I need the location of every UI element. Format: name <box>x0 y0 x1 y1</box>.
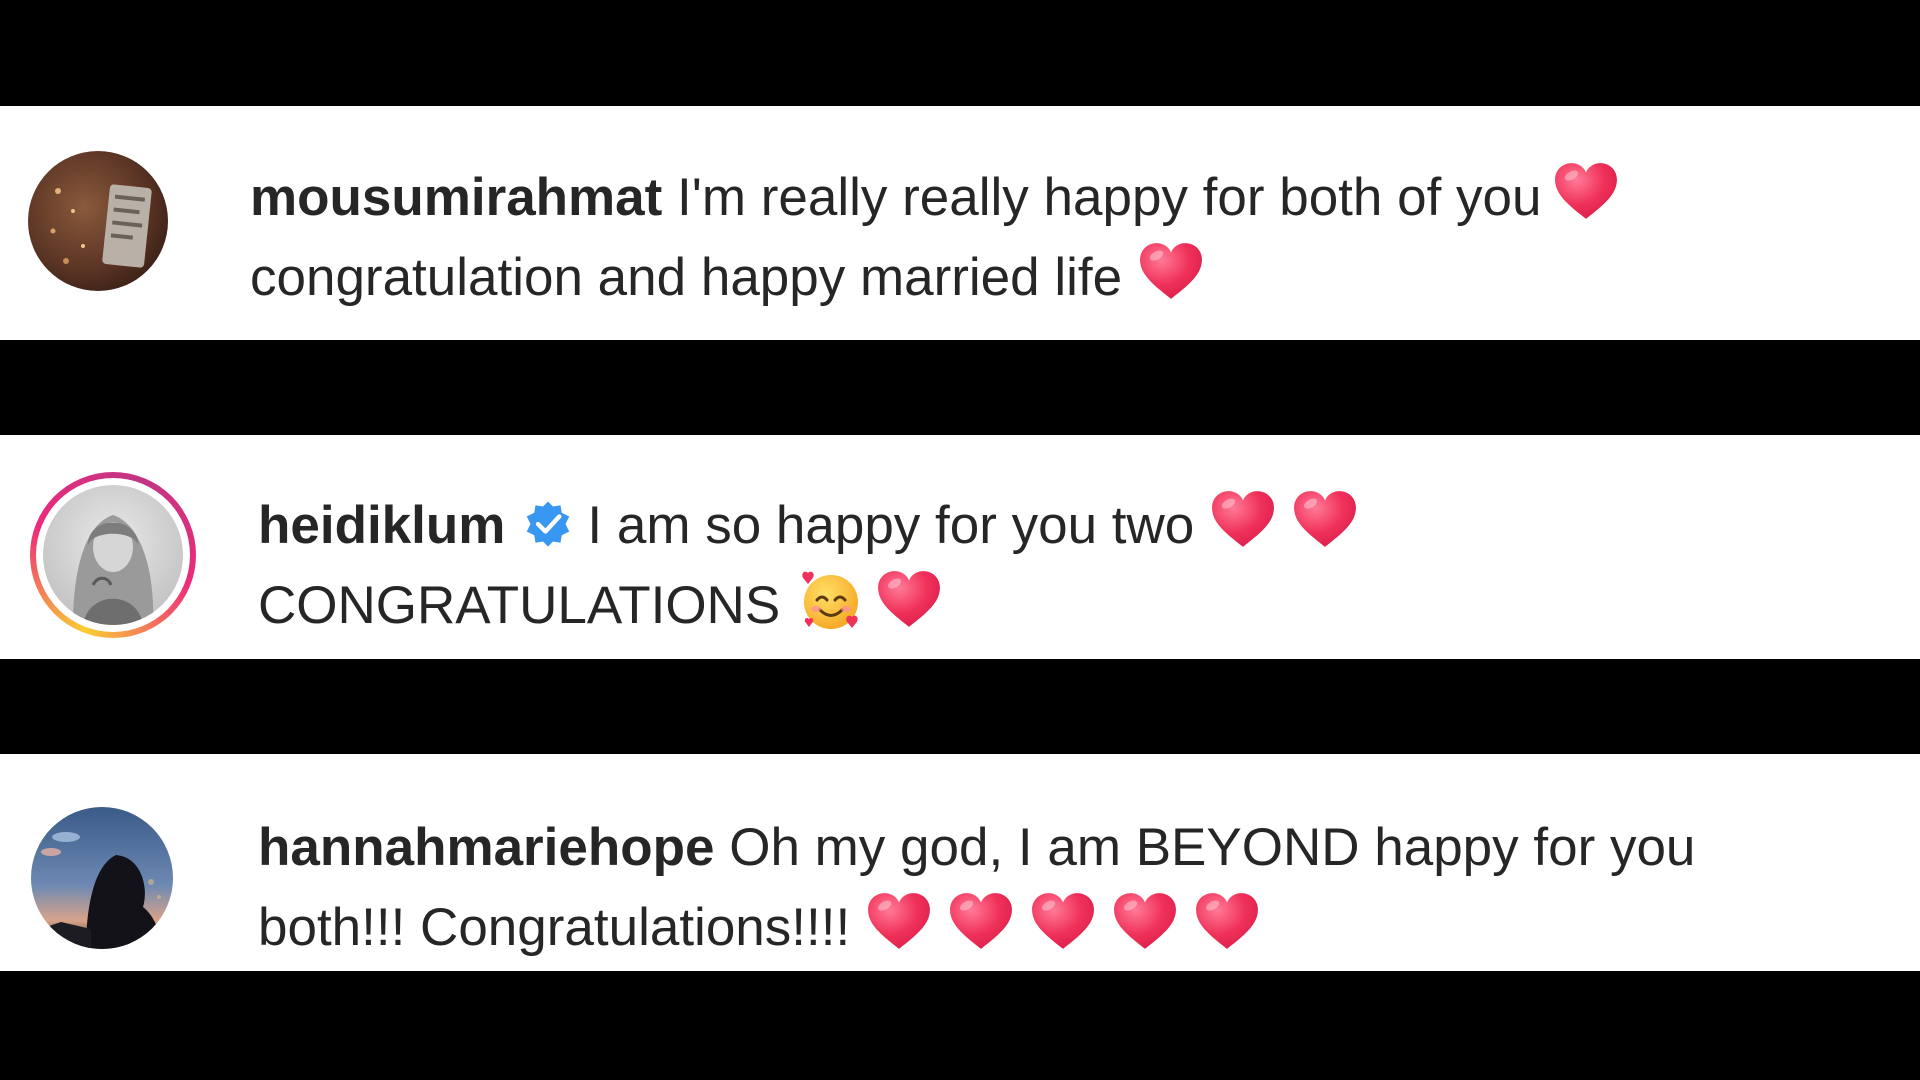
username-link[interactable]: mousumirahmat <box>250 168 662 227</box>
comment-body: CONGRATULATIONS <box>258 576 781 635</box>
comment-line-1: heidiklum I am so happy for you two <box>258 486 1358 566</box>
comment-text: mousumirahmat I'm really really happy fo… <box>250 158 1619 318</box>
username-link[interactable]: hannahmariehope <box>258 818 714 877</box>
comment-body: I am so happy for you two <box>587 496 1195 555</box>
comment-card: hannahmariehope Oh my god, I am BEYOND h… <box>0 754 1920 971</box>
red-heart-icon <box>948 891 1014 951</box>
avatar-image <box>28 151 168 291</box>
smiling-face-with-hearts-icon <box>798 567 864 633</box>
avatar-image <box>31 807 173 949</box>
avatar-image <box>43 485 183 625</box>
red-heart-icon <box>1292 489 1358 549</box>
comment-line-2: congratulation and happy married life <box>250 238 1619 318</box>
comment-card: heidiklum I am so happy for you two CONGR… <box>0 435 1920 659</box>
username-link[interactable]: heidiklum <box>258 496 505 555</box>
comment-body: congratulation and happy married life <box>250 248 1123 307</box>
comment-body: both!!! Congratulations!!!! <box>258 898 851 957</box>
red-heart-icon <box>1112 891 1178 951</box>
comment-line-1: mousumirahmat I'm really really happy fo… <box>250 158 1619 238</box>
comment-text: hannahmariehope Oh my god, I am BEYOND h… <box>258 808 1695 968</box>
verified-badge-icon <box>523 499 573 549</box>
comment-card: mousumirahmat I'm really really happy fo… <box>0 106 1920 340</box>
avatar[interactable] <box>28 151 168 291</box>
comment-body: I'm really really happy for both of you <box>677 168 1542 227</box>
comments-screenshot: mousumirahmat I'm really really happy fo… <box>0 0 1920 1080</box>
comment-line-2: CONGRATULATIONS <box>258 566 1358 646</box>
red-heart-icon <box>1138 241 1204 301</box>
comment-body: Oh my god, I am BEYOND happy for you <box>729 818 1696 877</box>
story-ring[interactable] <box>30 472 196 638</box>
red-heart-icon <box>876 569 942 629</box>
red-heart-icon <box>1030 891 1096 951</box>
avatar <box>43 485 183 625</box>
red-heart-icon <box>1194 891 1260 951</box>
red-heart-icon <box>1553 161 1619 221</box>
red-heart-icon <box>1210 489 1276 549</box>
comment-line-2: both!!! Congratulations!!!! <box>258 888 1695 968</box>
avatar[interactable] <box>31 807 173 949</box>
comment-text: heidiklum I am so happy for you two CONGR… <box>258 486 1358 646</box>
red-heart-icon <box>866 891 932 951</box>
comment-line-1: hannahmariehope Oh my god, I am BEYOND h… <box>258 808 1695 888</box>
